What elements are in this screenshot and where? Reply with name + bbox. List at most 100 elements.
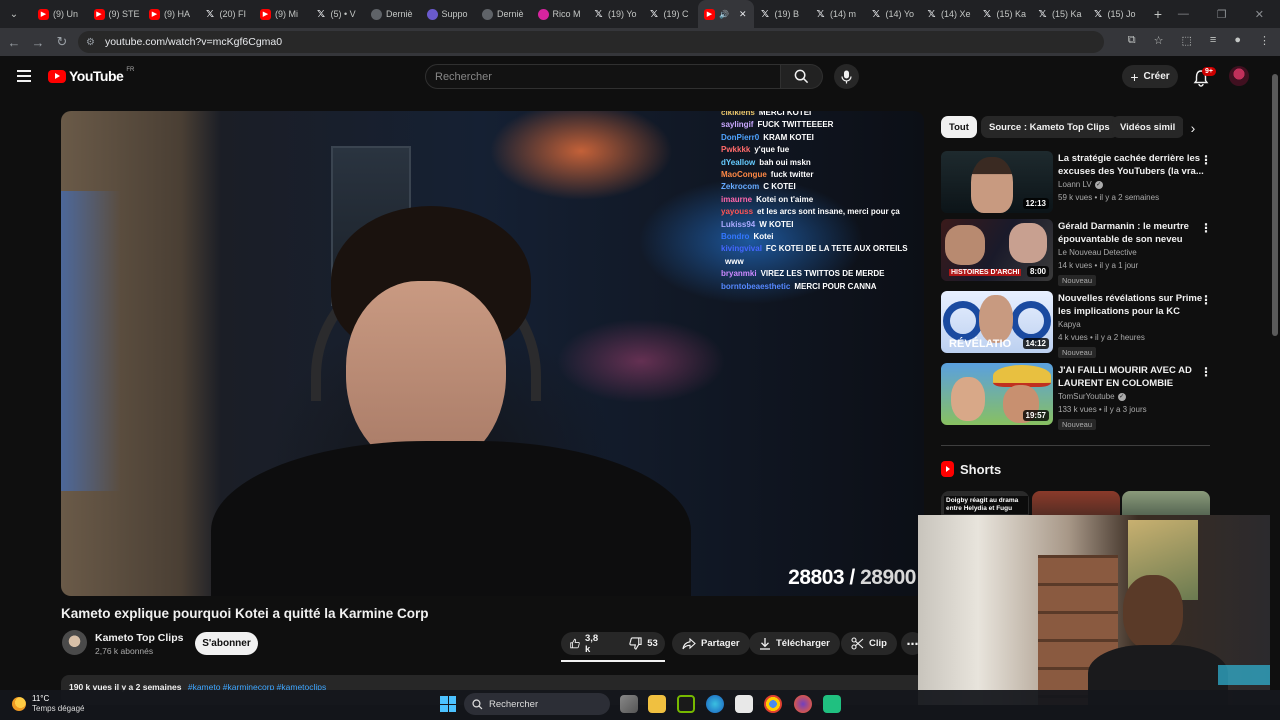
tab-title: (14) m (830, 9, 857, 19)
voice-search-button[interactable] (834, 64, 859, 89)
weather-condition: Temps dégagé (32, 704, 85, 713)
rec-title[interactable]: Nouvelles révélations sur Prime : les im… (1058, 292, 1208, 318)
new-tab-button[interactable]: + (1148, 6, 1168, 22)
taskbar-search[interactable]: Rechercher (464, 693, 610, 715)
chip-all[interactable]: Tout (941, 116, 977, 138)
close-tab-icon[interactable]: ✕ (739, 9, 747, 20)
forward-icon[interactable]: → (26, 35, 50, 50)
browser-tab[interactable]: Derniè (476, 0, 532, 28)
maximize-icon[interactable]: ❐ (1217, 8, 1227, 21)
video-player[interactable]: cikikiens MERCI KOTEI saylingif FUCK TWITTE… (61, 111, 924, 596)
url-omnibox[interactable]: ⚙ youtube.com/watch?v=mcKgf6Cgma0 (78, 31, 1104, 53)
close-window-icon[interactable]: ✕ (1255, 8, 1264, 21)
page-scrollbar[interactable] (1270, 56, 1280, 690)
file-explorer-icon[interactable] (648, 695, 666, 713)
rec-channel[interactable]: TomSurYoutube ✓ (1058, 392, 1126, 401)
recommendation-item[interactable]: 12:13 La stratégie cachée derrière les e… (941, 151, 1216, 217)
browser-tab[interactable]: 𝕏 (15) Jo (1087, 0, 1143, 28)
thumbs-down-icon (629, 637, 642, 650)
recommendation-item[interactable]: 19:57 J'AI FAILLI MOURIR AVEC AD LAURENT… (941, 363, 1216, 430)
rec-thumbnail[interactable]: 19:57 (941, 363, 1053, 425)
store-icon[interactable] (735, 695, 753, 713)
browser-tab[interactable]: ▶ (9) HA (143, 0, 199, 28)
rec-menu-icon[interactable]: ⋮ (1200, 293, 1212, 307)
tab-groups-icon[interactable]: ≡ (1210, 34, 1216, 47)
create-button[interactable]: + Créer (1122, 65, 1178, 88)
browser-tab[interactable]: 𝕏 (15) Ka (976, 0, 1032, 28)
rec-title[interactable]: La stratégie cachée derrière les excuses… (1058, 152, 1208, 178)
app-icon[interactable] (823, 695, 841, 713)
channel-name[interactable]: Kameto Top Clips (95, 632, 183, 644)
browser-tab[interactable]: 𝕏 (14) m (809, 0, 865, 28)
rec-menu-icon[interactable]: ⋮ (1200, 153, 1212, 167)
browser-tab[interactable]: 𝕏 (19) Yo (587, 0, 643, 28)
search-input[interactable]: Rechercher (425, 64, 781, 89)
browser-tab[interactable]: ▶ 🔊 ✕ (698, 0, 754, 28)
chat-message: imaurne Kotei on t'aime (721, 194, 921, 206)
minimize-icon[interactable]: — (1178, 8, 1189, 20)
rec-thumbnail[interactable]: HISTOIRES D'ARCHI 8:00 (941, 219, 1053, 281)
url-text: youtube.com/watch?v=mcKgf6Cgma0 (104, 36, 283, 48)
chrome-icon[interactable] (764, 695, 782, 713)
browser-menu-icon[interactable]: ⋮ (1259, 34, 1270, 47)
browser-tab[interactable]: 𝕏 (14) Xe (920, 0, 976, 28)
edge-icon[interactable] (706, 695, 724, 713)
audio-playing-icon[interactable]: 🔊 (719, 10, 729, 19)
rec-title[interactable]: J'AI FAILLI MOURIR AVEC AD LAURENT EN CO… (1058, 364, 1208, 390)
subscribe-button[interactable]: S'abonner (195, 632, 258, 655)
extensions-icon[interactable]: ⬚ (1182, 34, 1192, 47)
browser-tab[interactable]: Derniè (365, 0, 421, 28)
browser-tab[interactable]: Suppo (421, 0, 477, 28)
chip-source[interactable]: Source : Kameto Top Clips (981, 116, 1118, 138)
bookmark-star-icon[interactable]: ☆ (1154, 34, 1164, 47)
chevron-right-icon[interactable]: › (1183, 118, 1203, 138)
chat-username: Pwkkkk (721, 145, 751, 155)
recommendation-item[interactable]: HISTOIRES D'ARCHI 8:00 Gérald Darmanin :… (941, 219, 1216, 286)
rec-thumbnail[interactable]: 12:13 (941, 151, 1053, 213)
reload-icon[interactable]: ↻ (50, 34, 74, 50)
browser-tab[interactable]: ▶ (9) Un (32, 0, 88, 28)
install-app-icon[interactable]: ⧉ (1128, 34, 1136, 47)
browser-tab[interactable]: 𝕏 (14) Yo (865, 0, 921, 28)
x-icon: 𝕏 (649, 8, 659, 20)
windows-start-icon[interactable] (440, 696, 456, 712)
browser-tab[interactable]: Rico M (532, 0, 588, 28)
rec-title[interactable]: Gérald Darmanin : le meurtre épouvantabl… (1058, 220, 1208, 246)
nvidia-icon[interactable] (677, 695, 695, 713)
site-info-icon[interactable]: ⚙ (86, 37, 95, 48)
browser-tab[interactable]: 𝕏 (15) Ka (1031, 0, 1087, 28)
chat-text: y'que fue (754, 145, 790, 155)
hamburger-menu-icon[interactable] (17, 70, 31, 85)
back-icon[interactable]: ← (2, 35, 26, 50)
profile-icon[interactable]: ● (1234, 34, 1241, 47)
browser-tab[interactable]: ▶ (9) Mi (254, 0, 310, 28)
weather-widget[interactable]: 11°C Temps dégagé (12, 694, 84, 714)
browser-tab[interactable]: 𝕏 (19) B (754, 0, 810, 28)
account-avatar[interactable] (1229, 66, 1249, 86)
task-view-icon[interactable] (620, 695, 638, 713)
rec-channel[interactable]: Kapya (1058, 320, 1081, 329)
rec-channel[interactable]: Le Nouveau Detective (1058, 248, 1137, 257)
rec-thumbnail[interactable]: RÉVÉLATIO 14:12 (941, 291, 1053, 353)
rec-menu-icon[interactable]: ⋮ (1200, 365, 1212, 379)
clip-button[interactable]: Clip (841, 632, 897, 655)
browser-tab[interactable]: 𝕏 (19) C (643, 0, 699, 28)
recommendation-item[interactable]: RÉVÉLATIO 14:12 Nouvelles révélations su… (941, 291, 1216, 358)
youtube-logo[interactable]: YouTube FR (48, 67, 134, 84)
dislike-button[interactable]: 53 (620, 632, 667, 655)
download-button[interactable]: Télécharger (749, 632, 840, 655)
browser-tab[interactable]: 𝕏 (20) FI (199, 0, 255, 28)
search-button[interactable] (781, 64, 823, 89)
share-button[interactable]: Partager (672, 632, 750, 655)
browser-tab[interactable]: 𝕏 (5) • V (310, 0, 366, 28)
browser-tab[interactable]: ▶ (9) STE (88, 0, 144, 28)
rec-channel[interactable]: Loann LV ✓ (1058, 180, 1103, 189)
tab-title: Suppo (441, 9, 468, 19)
scrollbar-thumb[interactable] (1272, 74, 1278, 336)
chip-similar[interactable]: Vidéos simil (1112, 116, 1184, 138)
channel-avatar[interactable] (62, 630, 87, 655)
firefox-icon[interactable] (794, 695, 812, 713)
tab-search-menu-icon[interactable]: ⌄ (4, 4, 24, 24)
rec-menu-icon[interactable]: ⋮ (1200, 221, 1212, 235)
like-button[interactable]: 3,8 k (561, 632, 610, 655)
